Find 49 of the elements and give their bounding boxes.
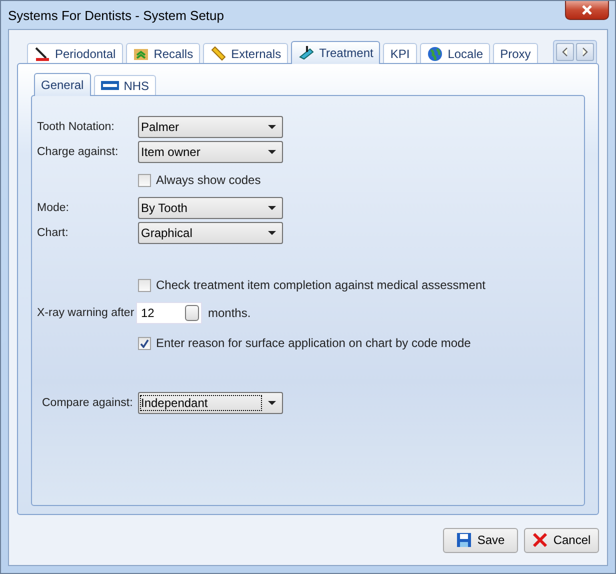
tab[interactable]: Proxy	[493, 43, 538, 63]
checkbox[interactable]	[138, 336, 151, 350]
close-button[interactable]	[565, 1, 609, 20]
caret-icon	[268, 231, 276, 235]
globe-icon	[426, 46, 443, 62]
tab[interactable]: Recalls	[126, 43, 200, 63]
number-field[interactable]: 12	[136, 302, 202, 324]
close-icon	[532, 532, 548, 548]
checkbox-option[interactable]: Check treatment item completion against medical assessment	[138, 278, 486, 292]
save-button[interactable]: Save	[443, 528, 518, 552]
caret-icon	[268, 206, 276, 210]
field-label: Mode:	[37, 202, 70, 214]
checkbox-option[interactable]: Always show codes	[138, 173, 261, 187]
unit-label: months.	[208, 306, 251, 320]
probe-icon	[34, 46, 50, 62]
tab[interactable]: KPI	[383, 43, 417, 63]
caret-icon	[268, 125, 276, 129]
badge-icon	[100, 81, 119, 90]
window-title: Systems For Dentists - System Setup	[8, 8, 224, 22]
dropdown[interactable]: By Tooth	[138, 197, 283, 219]
dropdown[interactable]: Graphical	[138, 222, 283, 244]
tooth-tool-icon	[298, 45, 314, 61]
checkbox[interactable]	[138, 278, 151, 292]
cancel-button[interactable]: Cancel	[524, 528, 599, 552]
chevron-left-icon	[561, 47, 569, 57]
field-label: Chart:	[37, 227, 70, 239]
dropdown[interactable]: Item owner	[138, 141, 283, 163]
scroll-right-button[interactable]	[576, 43, 594, 61]
tab[interactable]: Locale	[420, 43, 490, 63]
tab[interactable]: General	[34, 73, 91, 96]
caret-icon	[268, 401, 276, 405]
checkbox-option[interactable]: Enter reason for surface application on chart by code mode	[138, 336, 471, 350]
tab[interactable]: NHS	[94, 75, 156, 95]
tab[interactable]: Periodontal	[27, 43, 123, 63]
scroll-left-button[interactable]	[556, 43, 574, 61]
spin-button[interactable]	[185, 305, 199, 321]
chevron-right-icon	[581, 47, 589, 57]
caret-icon	[268, 150, 276, 154]
field-label: Compare against:	[41, 397, 134, 409]
checkbox[interactable]	[138, 174, 151, 186]
checkmark-icon	[140, 338, 149, 348]
field-label: X-ray warning after	[37, 307, 136, 319]
dropdown[interactable]: Palmer	[138, 116, 283, 138]
dropdown[interactable]: Independant	[138, 392, 283, 414]
field-label: Charge against:	[37, 146, 120, 158]
field-label: Tooth Notation:	[37, 121, 116, 133]
tab[interactable]: Treatment	[291, 41, 380, 64]
close-icon	[581, 5, 593, 15]
tab[interactable]: Externals	[203, 43, 288, 63]
